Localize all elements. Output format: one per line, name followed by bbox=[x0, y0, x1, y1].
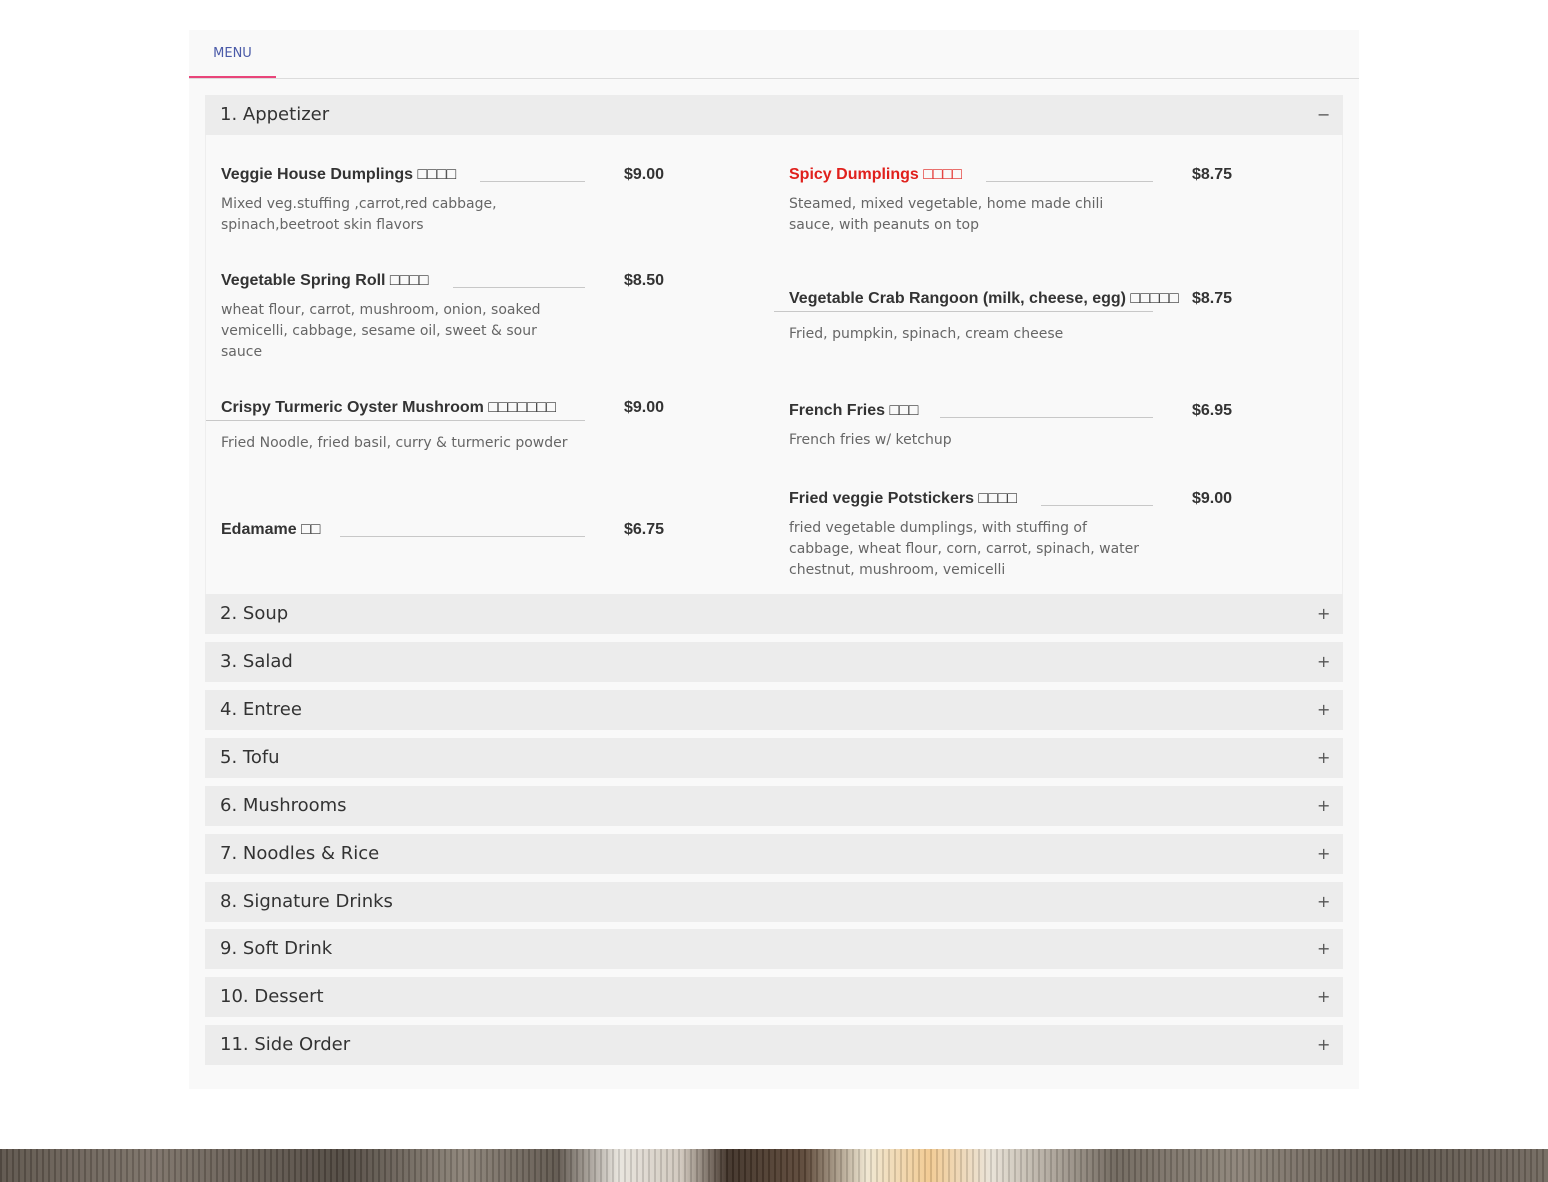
section-header-signature-drinks[interactable]: 8. Signature Drinks + bbox=[205, 882, 1343, 922]
section-header-side-order[interactable]: 11. Side Order + bbox=[205, 1025, 1343, 1065]
section-header-soft-drink[interactable]: 9. Soft Drink + bbox=[205, 929, 1343, 969]
menu-item: Fried veggie Potstickers □□□□ $9.00 frie… bbox=[789, 490, 1233, 590]
item-price: $6.95 bbox=[1192, 402, 1233, 419]
section-title: 11. Side Order bbox=[220, 1034, 351, 1055]
section-title: 9. Soft Drink bbox=[220, 938, 333, 959]
section-title: 6. Mushrooms bbox=[220, 795, 347, 816]
menu-item: Vegetable Crab Rangoon (milk, cheese, eg… bbox=[774, 290, 1233, 350]
leader-line bbox=[1041, 505, 1153, 506]
section-title: 7. Noodles & Rice bbox=[220, 843, 380, 864]
item-description: Mixed veg.stuffing ,carrot,red cabbage, … bbox=[221, 196, 497, 233]
menu-item: Crispy Turmeric Oyster Mushroom □□□□□□□ … bbox=[206, 399, 665, 459]
item-description: wheat flour, carrot, mushroom, onion, so… bbox=[221, 302, 541, 360]
item-description: Fried Noodle, fried basil, curry & turme… bbox=[221, 435, 568, 451]
expand-icon[interactable]: + bbox=[1317, 929, 1330, 969]
section-header-appetizer[interactable]: 1. Appetizer − bbox=[205, 95, 1343, 135]
leader-line bbox=[940, 417, 1153, 418]
section-mushrooms: 6. Mushrooms + bbox=[205, 786, 1343, 826]
item-price: $9.00 bbox=[624, 166, 665, 183]
expand-icon[interactable]: + bbox=[1317, 834, 1330, 874]
section-side-order: 11. Side Order + bbox=[205, 1025, 1343, 1065]
leader-line bbox=[986, 181, 1153, 182]
item-name: Fried veggie Potstickers □□□□ bbox=[789, 490, 1018, 507]
section-soft-drink: 9. Soft Drink + bbox=[205, 929, 1343, 969]
menu-panel: MENU 1. Appetizer − Veggie House Dumplin… bbox=[189, 30, 1359, 1089]
section-header-tofu[interactable]: 5. Tofu + bbox=[205, 738, 1343, 778]
leader-line bbox=[206, 420, 585, 421]
item-price: $8.75 bbox=[1192, 166, 1233, 183]
item-name: Crispy Turmeric Oyster Mushroom □□□□□□□ bbox=[221, 399, 556, 416]
item-price: $8.50 bbox=[624, 272, 665, 289]
section-noodles-rice: 7. Noodles & Rice + bbox=[205, 834, 1343, 874]
tab-bar: MENU bbox=[189, 30, 1359, 79]
expand-icon[interactable]: + bbox=[1317, 977, 1330, 1017]
section-header-noodles-rice[interactable]: 7. Noodles & Rice + bbox=[205, 834, 1343, 874]
section-body-appetizer: Veggie House Dumplings □□□□ $9.00 Mixed … bbox=[205, 135, 1343, 594]
menu-item: Edamame □□ $6.75 bbox=[221, 521, 665, 545]
expand-icon[interactable]: + bbox=[1317, 738, 1330, 778]
item-name: Vegetable Crab Rangoon (milk, cheese, eg… bbox=[789, 290, 1179, 307]
section-title: 4. Entree bbox=[220, 699, 302, 720]
item-description: Steamed, mixed vegetable, home made chil… bbox=[789, 196, 1104, 233]
section-title: 1. Appetizer bbox=[220, 104, 330, 125]
menu-item: Spicy Dumplings □□□□ $8.75 Steamed, mixe… bbox=[789, 166, 1233, 246]
tab-menu[interactable]: MENU bbox=[189, 30, 276, 78]
section-title: 10. Dessert bbox=[220, 986, 324, 1007]
item-price: $6.75 bbox=[624, 521, 665, 538]
expand-icon[interactable]: + bbox=[1317, 642, 1330, 682]
menu-item: Vegetable Spring Roll □□□□ $8.50 wheat f… bbox=[221, 272, 665, 372]
section-header-mushrooms[interactable]: 6. Mushrooms + bbox=[205, 786, 1343, 826]
leader-line bbox=[774, 311, 1153, 312]
leader-line bbox=[480, 181, 585, 182]
section-entree: 4. Entree + bbox=[205, 690, 1343, 730]
section-header-soup[interactable]: 2. Soup + bbox=[205, 594, 1343, 634]
item-name: Spicy Dumplings □□□□ bbox=[789, 166, 962, 183]
section-title: 8. Signature Drinks bbox=[220, 891, 393, 912]
section-dessert: 10. Dessert + bbox=[205, 977, 1343, 1017]
expand-icon[interactable]: + bbox=[1317, 690, 1330, 730]
food-photo-banner bbox=[0, 1149, 1548, 1182]
collapse-icon[interactable]: − bbox=[1317, 95, 1330, 135]
section-title: 2. Soup bbox=[220, 603, 289, 624]
item-price: $8.75 bbox=[1192, 290, 1233, 307]
menu-item: Veggie House Dumplings □□□□ $9.00 Mixed … bbox=[221, 166, 665, 246]
item-description: Fried, pumpkin, spinach, cream cheese bbox=[789, 326, 1064, 342]
item-description: fried vegetable dumplings, with stuffing… bbox=[789, 520, 1140, 578]
section-title: 5. Tofu bbox=[220, 747, 280, 768]
leader-line bbox=[340, 536, 585, 537]
menu-item: French Fries □□□ $6.95 French fries w/ k… bbox=[789, 402, 1233, 462]
section-soup: 2. Soup + bbox=[205, 594, 1343, 634]
section-header-entree[interactable]: 4. Entree + bbox=[205, 690, 1343, 730]
expand-icon[interactable]: + bbox=[1317, 882, 1330, 922]
section-salad: 3. Salad + bbox=[205, 642, 1343, 682]
section-tofu: 5. Tofu + bbox=[205, 738, 1343, 778]
expand-icon[interactable]: + bbox=[1317, 1025, 1330, 1065]
item-price: $9.00 bbox=[1192, 490, 1233, 507]
expand-icon[interactable]: + bbox=[1317, 594, 1330, 634]
section-signature-drinks: 8. Signature Drinks + bbox=[205, 882, 1343, 922]
item-price: $9.00 bbox=[624, 399, 665, 416]
expand-icon[interactable]: + bbox=[1317, 786, 1330, 826]
item-description: French fries w/ ketchup bbox=[789, 432, 952, 448]
item-name: Vegetable Spring Roll □□□□ bbox=[221, 272, 429, 289]
section-appetizer: 1. Appetizer − Veggie House Dumplings □□… bbox=[205, 95, 1343, 594]
item-name: Veggie House Dumplings □□□□ bbox=[221, 166, 457, 183]
leader-line bbox=[453, 287, 585, 288]
section-header-dessert[interactable]: 10. Dessert + bbox=[205, 977, 1343, 1017]
item-name: French Fries □□□ bbox=[789, 402, 919, 419]
section-title: 3. Salad bbox=[220, 651, 293, 672]
section-header-salad[interactable]: 3. Salad + bbox=[205, 642, 1343, 682]
item-name: Edamame □□ bbox=[221, 521, 321, 538]
